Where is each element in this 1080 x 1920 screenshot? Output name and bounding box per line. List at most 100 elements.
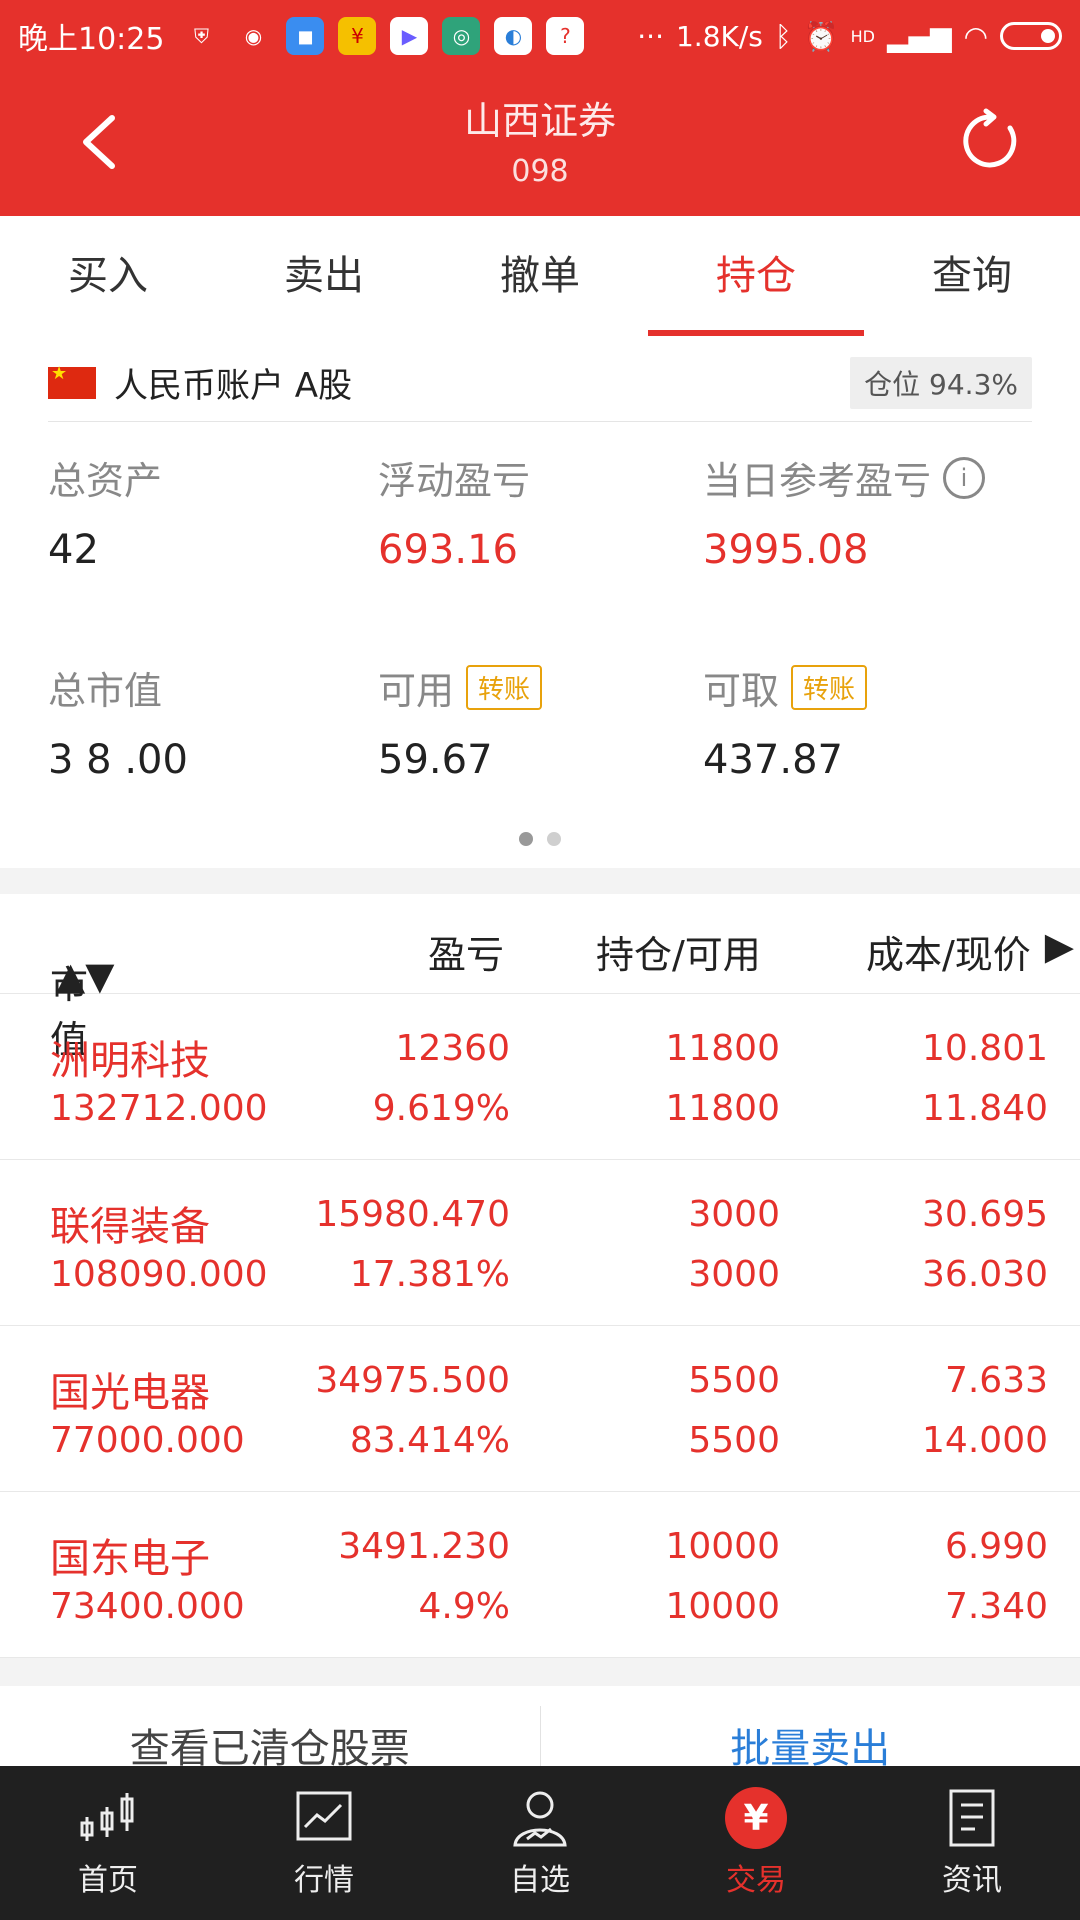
daily-pl-label-row: 当日参考盈亏 i [703,450,1033,505]
stock-pl: 12360 [395,1028,510,1069]
tab-query[interactable]: 查询 [864,216,1080,336]
yen-icon: ¥ [725,1787,787,1849]
pager-dot [519,832,533,846]
document-icon [949,1789,995,1847]
asset-summary: 总资产 42 浮动盈亏 693.16 当日参考盈亏 i 3995.08 总市值 … [48,450,1032,830]
stock-price: 7.340 [944,1586,1048,1627]
stock-pl-pct: 17.381% [349,1254,510,1295]
stock-cost: 10.801 [922,1028,1048,1069]
stock-available: 3000 [688,1254,780,1295]
play-icon: ▶ [390,17,429,55]
stock-market-value: 108090.000 [50,1254,268,1295]
pager-dots [0,832,1080,846]
col-pl[interactable]: 盈亏 [428,924,504,979]
stock-hold: 5500 [688,1360,780,1401]
shield-icon: ⛨ [193,24,209,48]
refresh-icon[interactable] [958,108,1024,174]
tab-positions[interactable]: 持仓 [648,216,864,336]
weibo-icon: ◉ [244,24,263,48]
available-label: 可用 [378,669,455,713]
transfer-tag[interactable]: 转账 [466,665,543,710]
stock-name: 洲明科技 [50,1038,210,1084]
stock-price: 11.840 [922,1088,1048,1129]
stock-hold: 11800 [665,1028,780,1069]
china-flag-icon [48,363,96,399]
nav-market[interactable]: 行情 [216,1766,432,1920]
app-icon: ◼ [286,17,325,55]
batch-sell-button[interactable]: 批量卖出 [541,1686,1080,1766]
wifi-icon: ◠ [963,19,988,53]
tab-buy[interactable]: 买入 [0,216,216,336]
holdings-header: 市值 ▲▼ 盈亏 持仓/可用 成本/现价 ▶ [0,894,1080,1062]
transfer-tag[interactable]: 转账 [791,665,868,710]
trade-tabs: 买入 卖出 撤单 持仓 查询 [0,216,1080,336]
table-row[interactable]: 国光电器 77000.000 34975.500 83.414% 5500 55… [0,1326,1080,1492]
status-bar: 晚上10:25 ⛨ ◉ ◼ ¥ ▶ ◎ ◐ ? ··· 1.8K/s ᛒ ⏰ H… [0,0,1080,72]
available-value: 59.67 [378,737,493,783]
nav-trade-label: 交易 [726,1863,786,1898]
nav-home-label: 首页 [78,1863,138,1898]
help-app-icon: ? [546,17,585,55]
available-label-row: 可用 转账 [378,660,708,715]
col-hold[interactable]: 持仓/可用 [596,924,761,979]
holdings-actions: 查看已清仓股票 批量卖出 [0,1686,1080,1766]
nav-home[interactable]: 首页 [0,1766,216,1920]
view-cleared-button[interactable]: 查看已清仓股票 [0,1686,540,1766]
stock-pl: 3491.230 [338,1526,510,1567]
stock-name: 联得装备 [50,1204,210,1250]
net-speed: 1.8K/s [675,19,763,53]
more-dots: ··· [637,19,664,53]
pager-dot [547,832,561,846]
withdrawable-label-row: 可取 转账 [703,660,1033,715]
stock-cost: 30.695 [922,1194,1048,1235]
nav-news-label: 资讯 [942,1863,1002,1898]
stock-market-value: 73400.000 [50,1586,245,1627]
tab-sell[interactable]: 卖出 [216,216,432,336]
stock-pl: 34975.500 [315,1360,510,1401]
page-title: 山西证券 [463,99,616,143]
browser-icon: ◐ [494,17,533,55]
table-row[interactable]: 联得装备 108090.000 15980.470 17.381% 3000 3… [0,1160,1080,1326]
table-row[interactable]: 洲明科技 132712.000 12360 9.619% 11800 11800… [0,994,1080,1160]
sort-icon: ▲▼ [56,954,115,998]
account-row[interactable]: 人民币账户 A股 仓位 94.3% [48,344,1032,422]
stock-price: 36.030 [922,1254,1048,1295]
stock-hold: 3000 [688,1194,780,1235]
float-pl-label: 浮动盈亏 [378,459,531,503]
section-divider [0,1658,1080,1686]
chevron-right-icon[interactable]: ▶ [1045,924,1074,968]
daily-pl-label: 当日参考盈亏 [703,459,932,503]
daily-pl-value: 3995.08 [703,527,869,573]
signal-icon: ▂▄▆ [886,19,952,53]
candlestick-icon [80,1793,134,1841]
status-time: 晚上10:25 [18,22,165,57]
coupon-app-icon: ¥ [338,17,377,55]
stock-price: 14.000 [922,1420,1048,1461]
chart-line-icon [296,1791,352,1841]
stock-cost: 7.633 [944,1360,1048,1401]
account-number: 098 [511,154,569,189]
total-assets-label: 总资产 [48,459,163,503]
bluetooth-icon: ᛒ [774,19,792,53]
col-price[interactable]: 成本/现价 [866,924,1031,979]
app-header: 山西证券 098 [0,72,1080,216]
market-value-label: 总市值 [48,669,163,713]
stock-pl-pct: 83.414% [349,1420,510,1461]
table-row[interactable]: 国东电子 73400.000 3491.230 4.9% 10000 10000… [0,1492,1080,1658]
stock-pl-pct: 9.619% [372,1088,510,1129]
nav-trade[interactable]: ¥ 交易 [648,1766,864,1920]
nav-market-label: 行情 [294,1863,354,1898]
hd-signal-label: HD [850,26,875,46]
nav-news[interactable]: 资讯 [864,1766,1080,1920]
holdings-list: 洲明科技 132712.000 12360 9.619% 11800 11800… [0,994,1080,1658]
account-name: 人民币账户 A股 [114,366,353,406]
tab-cancel[interactable]: 撤单 [432,216,648,336]
nav-watchlist-label: 自选 [510,1863,570,1898]
info-icon[interactable]: i [943,456,986,499]
nav-watchlist[interactable]: 自选 [432,1766,648,1920]
stock-available: 11800 [665,1088,780,1129]
stock-hold: 10000 [665,1526,780,1567]
total-assets-value: 42 [48,527,99,573]
user-chart-icon [513,1791,567,1847]
alarm-icon: ⏰ [803,19,839,53]
